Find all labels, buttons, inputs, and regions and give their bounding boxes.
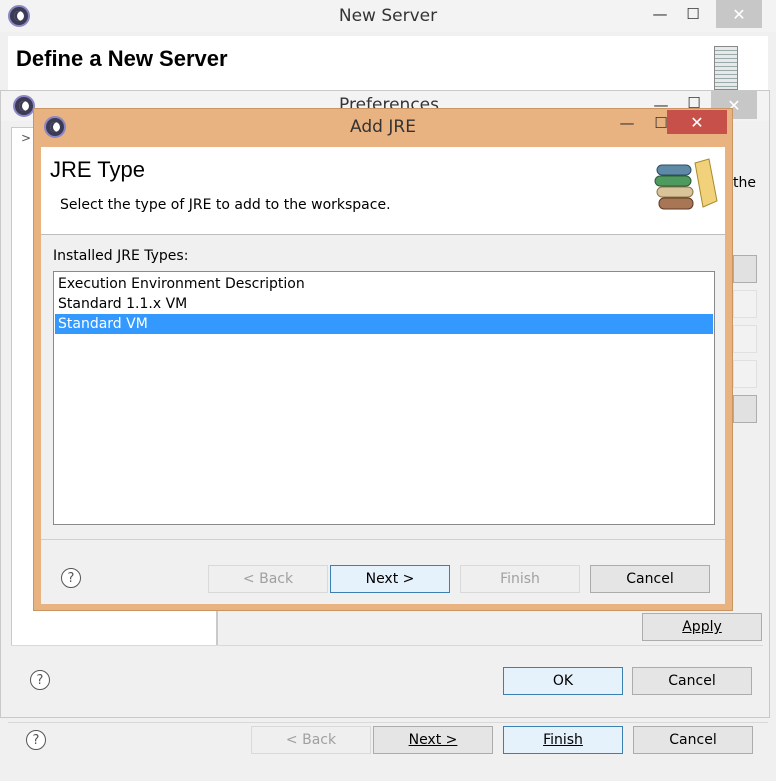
- close-button[interactable]: ✕: [667, 110, 727, 134]
- help-icon[interactable]: ?: [30, 670, 50, 690]
- next-button[interactable]: Next >: [330, 565, 450, 593]
- finish-button[interactable]: Finish: [503, 726, 623, 754]
- apply-label: Apply: [682, 619, 722, 635]
- tree-expand-arrow[interactable]: >: [21, 131, 31, 145]
- cancel-label: Cancel: [669, 732, 717, 748]
- cancel-button[interactable]: Cancel: [590, 565, 710, 593]
- list-item-selected[interactable]: Standard VM: [55, 314, 713, 334]
- back-label: < Back: [242, 571, 294, 587]
- side-button-2[interactable]: [733, 290, 757, 318]
- cancel-button[interactable]: Cancel: [633, 726, 753, 754]
- add-jre-footer-separator: [41, 539, 725, 540]
- next-label: Next >: [365, 571, 415, 587]
- ok-button[interactable]: OK: [503, 667, 623, 695]
- side-button-5[interactable]: [733, 395, 757, 423]
- cancel-label: Cancel: [626, 571, 674, 587]
- finish-button[interactable]: Finish: [460, 565, 580, 593]
- side-button-3[interactable]: [733, 325, 757, 353]
- next-label: Next >: [408, 732, 458, 748]
- help-icon[interactable]: ?: [61, 568, 81, 588]
- list-item[interactable]: Execution Environment Description: [56, 274, 712, 294]
- server-icon: [714, 46, 738, 90]
- installed-jre-types-label: Installed JRE Types:: [53, 248, 189, 264]
- close-button[interactable]: ✕: [716, 0, 762, 28]
- back-button[interactable]: < Back: [251, 726, 371, 754]
- cancel-label: Cancel: [668, 673, 716, 689]
- finish-label: Finish: [543, 732, 583, 748]
- add-jre-dialog: Add JRE — ☐ ✕ JRE Type Select the type o…: [33, 108, 733, 611]
- help-icon[interactable]: ?: [26, 730, 46, 750]
- new-server-footer-separator: [8, 722, 768, 723]
- apply-button[interactable]: Apply: [642, 613, 762, 641]
- next-button[interactable]: Next >: [373, 726, 493, 754]
- back-button[interactable]: < Back: [208, 565, 328, 593]
- maximize-button[interactable]: ☐: [670, 0, 716, 28]
- side-button-1[interactable]: [733, 255, 757, 283]
- list-item[interactable]: Standard 1.1.x VM: [56, 294, 712, 314]
- jre-type-list[interactable]: Execution Environment Description Standa…: [53, 271, 715, 525]
- finish-label: Finish: [500, 571, 540, 587]
- preferences-footer-separator: [11, 645, 763, 646]
- cancel-button[interactable]: Cancel: [632, 667, 752, 695]
- books-icon: [651, 155, 721, 215]
- new-server-banner-title: Define a New Server: [16, 46, 228, 71]
- ok-label: OK: [552, 673, 574, 689]
- jre-type-heading: JRE Type: [50, 157, 145, 182]
- side-button-4[interactable]: [733, 360, 757, 388]
- jre-type-description: Select the type of JRE to add to the wor…: [60, 197, 391, 213]
- add-jre-client: JRE Type Select the type of JRE to add t…: [41, 147, 725, 604]
- preferences-side-text: the: [733, 175, 756, 191]
- back-label: < Back: [285, 732, 337, 748]
